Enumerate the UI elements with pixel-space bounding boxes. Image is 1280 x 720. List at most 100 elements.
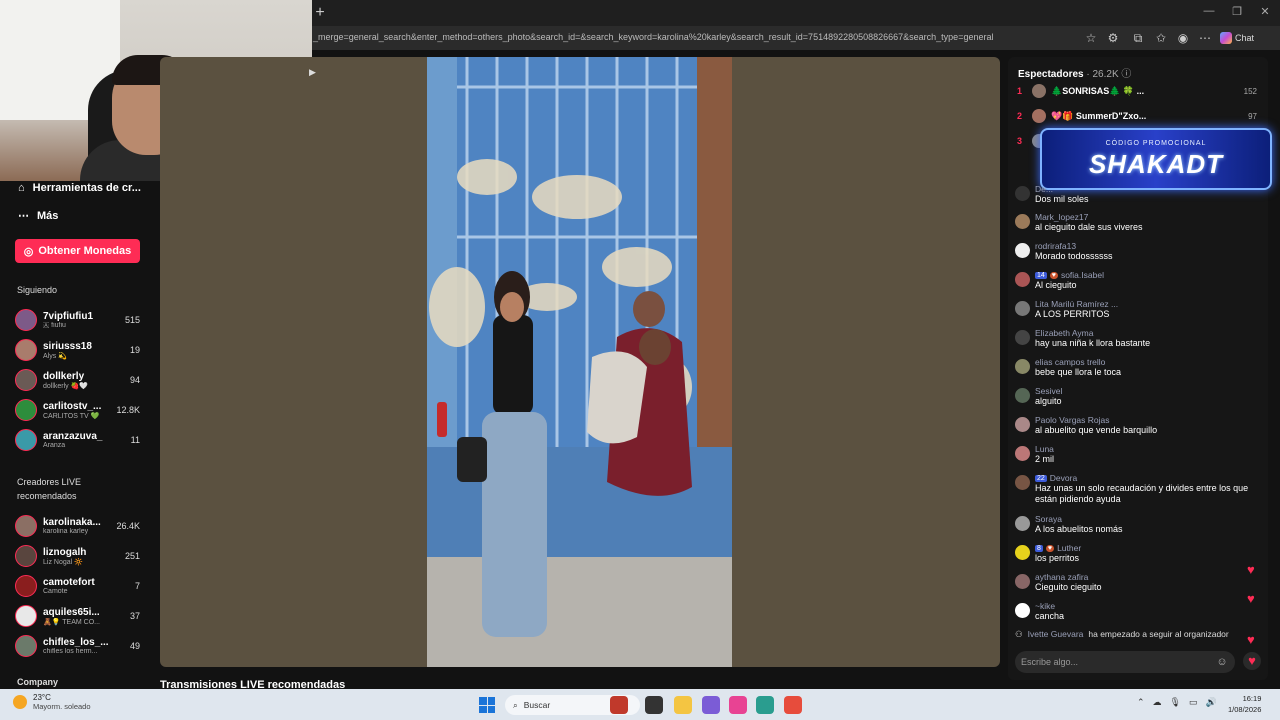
- chat-text: Cieguito cieguito: [1035, 582, 1102, 592]
- chat-message[interactable]: 14 ♥ sofia.Isabel Al cieguito: [1015, 270, 1250, 291]
- weather-widget[interactable]: 23°C Mayorm. soleado: [13, 693, 91, 711]
- avatar: [1015, 186, 1030, 201]
- url-text[interactable]: _merge=general_search&enter_method=other…: [313, 32, 993, 42]
- copilot-chat-button[interactable]: Chat: [1220, 30, 1254, 46]
- chat-message[interactable]: elias campos trello bebe que llora le toc…: [1015, 357, 1250, 378]
- app-icon[interactable]: [729, 696, 747, 714]
- chat-text: al abuelito que vende barquillo: [1035, 425, 1158, 435]
- profile-icon[interactable]: ◉: [1175, 30, 1191, 46]
- chat-username: rodrirafa13: [1035, 241, 1077, 251]
- creator-nickname: Aranza: [43, 442, 66, 449]
- favorites-icon[interactable]: ✩: [1153, 30, 1169, 46]
- clock[interactable]: 16:19 1/08/2026: [1228, 693, 1261, 715]
- recommended-item[interactable]: camotefort Camote 7: [15, 572, 140, 600]
- chat-username: sofia.Isabel: [1060, 270, 1104, 280]
- avatar: [15, 605, 37, 627]
- recommended-item[interactable]: aquiles65i... 🧸💡 TEAM CO... 37: [15, 602, 140, 630]
- chat-username: Elizabeth Ayma: [1035, 328, 1094, 338]
- following-item[interactable]: siriusss18 Alys 💫 19: [15, 336, 140, 364]
- chat-text: Dos mil soles: [1035, 194, 1089, 204]
- sidebar-item-more[interactable]: ⋯ Más: [18, 209, 58, 223]
- recommended-item[interactable]: karolinaka... karolina karley 26.4K: [15, 512, 140, 540]
- avatar: [1032, 109, 1046, 123]
- chat-message[interactable]: aythana zafira Cieguito cieguito: [1015, 572, 1250, 593]
- minimize-icon[interactable]: —: [1200, 5, 1218, 19]
- info-icon[interactable]: ⓘ: [1121, 69, 1131, 80]
- collapse-sidebar-icon[interactable]: ▶: [309, 67, 323, 81]
- app-icon[interactable]: [610, 696, 628, 714]
- avatar: [1015, 545, 1030, 560]
- viewer-points: 97: [1248, 111, 1257, 121]
- extension-icon[interactable]: ⚙: [1105, 30, 1121, 46]
- company-link[interactable]: Company: [17, 677, 58, 687]
- top-viewer-row[interactable]: 1 🌲SONRISAS🌲 🍀 ... 152: [1017, 81, 1257, 101]
- emoji-icon[interactable]: ☺: [1215, 655, 1229, 669]
- following-item[interactable]: 7vipfiufiu1 🇦 fiufiu 515: [15, 306, 140, 334]
- maximize-icon[interactable]: ❐: [1228, 5, 1246, 19]
- like-heart-button[interactable]: ♥: [1243, 652, 1261, 670]
- viewer-count: 37: [129, 611, 140, 621]
- creator-nickname: dollkerly 🍓🤍: [43, 382, 89, 390]
- chat-message[interactable]: ~kike cancha: [1015, 601, 1250, 622]
- star-icon[interactable]: ☆: [1083, 30, 1099, 46]
- creator-nickname: Camote: [43, 588, 68, 595]
- chat-message[interactable]: Soraya A los abuelitos nomás: [1015, 514, 1250, 535]
- recommended-heading-line1: Creadores LIVE: [17, 477, 82, 487]
- top-viewer-row[interactable]: 2 💖🎁 SummerD"Zxo... 97: [1017, 106, 1257, 126]
- mic-icon[interactable]: 🎙: [1170, 697, 1181, 708]
- following-item[interactable]: aranzazuva_ Aranza 11: [15, 426, 140, 454]
- viewer-count: 26.4K: [116, 521, 140, 531]
- chat-username: ~kike: [1035, 601, 1056, 611]
- get-coins-button[interactable]: ◎ Obtener Monedas: [15, 239, 140, 263]
- floating-heart-icon: ♥: [1247, 591, 1255, 606]
- volume-icon[interactable]: 🔊: [1206, 697, 1217, 708]
- edge-icon[interactable]: [756, 696, 774, 714]
- following-item[interactable]: dollkerly dollkerly 🍓🤍 94: [15, 366, 140, 394]
- puzzle-icon[interactable]: ⧉: [1130, 30, 1146, 46]
- chat-message[interactable]: Luna 2 mil: [1015, 444, 1250, 465]
- chat-message[interactable]: Lita Marilú Ramírez ... A LOS PERRITOS: [1015, 299, 1250, 320]
- folder-icon[interactable]: [674, 696, 692, 714]
- viewer-count: 19: [129, 345, 140, 355]
- chat-message[interactable]: 8 ♥ Luther los perritos: [1015, 543, 1250, 564]
- cloud-icon[interactable]: ☁: [1153, 697, 1162, 708]
- chat-text: Morado todossssss: [1035, 251, 1113, 261]
- chat-input[interactable]: [1015, 651, 1235, 673]
- rank-number: 2: [1017, 111, 1023, 121]
- sun-icon: [13, 695, 27, 709]
- viewer-count: 515: [124, 315, 140, 325]
- promo-code-banner: CÓDIGO PROMOCIONAL SHAKADT: [1040, 128, 1272, 190]
- close-icon[interactable]: ✕: [1256, 5, 1274, 19]
- sidebar-item-tools[interactable]: ⌂ Herramientas de cr...: [18, 182, 141, 194]
- new-tab-button[interactable]: +: [312, 4, 328, 22]
- avatar: [15, 545, 37, 567]
- chrome-icon[interactable]: [784, 696, 802, 714]
- recommended-item[interactable]: liznogalh Liz Nogal 🔆 251: [15, 542, 140, 570]
- following-item[interactable]: carlitostv_... CARLITOS TV 💚 12.8K: [15, 396, 140, 424]
- chat-message[interactable]: rodrirafa13 Morado todossssss: [1015, 241, 1250, 262]
- discord-icon[interactable]: [702, 696, 720, 714]
- creator-name: aranzazuva_: [43, 431, 103, 442]
- avatar: [15, 515, 37, 537]
- chat-username: De...: [1035, 184, 1053, 194]
- chat-message[interactable]: 22 Devora Haz unas un solo recaudación y d…: [1015, 473, 1250, 505]
- chat-text: A los abuelitos nomás: [1035, 524, 1123, 534]
- chat-message[interactable]: Mark_lopez17 al cieguito dale sus viveres: [1015, 212, 1250, 233]
- follow-icon: ⚇: [1015, 629, 1023, 639]
- system-tray[interactable]: ⌃ ☁ 🎙 ▭ 🔊: [1137, 697, 1217, 708]
- taskview-icon[interactable]: [645, 696, 663, 714]
- chat-username: Mark_lopez17: [1035, 212, 1089, 222]
- search-icon: ⌕: [513, 699, 518, 710]
- windows-start-icon[interactable]: [479, 697, 495, 713]
- weather-text: Mayorm. soleado: [33, 702, 91, 711]
- chat-message[interactable]: Sesivel alguito: [1015, 386, 1250, 407]
- chat-message[interactable]: Paolo Vargas Rojas al abuelito que vende …: [1015, 415, 1250, 436]
- chat-message[interactable]: De... Dos mil soles: [1015, 184, 1250, 205]
- menu-dots-icon[interactable]: ⋯: [1197, 30, 1213, 46]
- recommended-item[interactable]: chifles_los_... chifles los herm... 49: [15, 632, 140, 660]
- chat-text: al cieguito dale sus viveres: [1035, 222, 1143, 232]
- display-icon[interactable]: ▭: [1189, 697, 1198, 708]
- follow-notification: ⚇ Ivette Guevara ha empezado a seguir al…: [1015, 629, 1260, 640]
- chevron-up-icon[interactable]: ⌃: [1137, 697, 1145, 708]
- chat-message[interactable]: Elizabeth Ayma hay una niña k llora basta…: [1015, 328, 1250, 349]
